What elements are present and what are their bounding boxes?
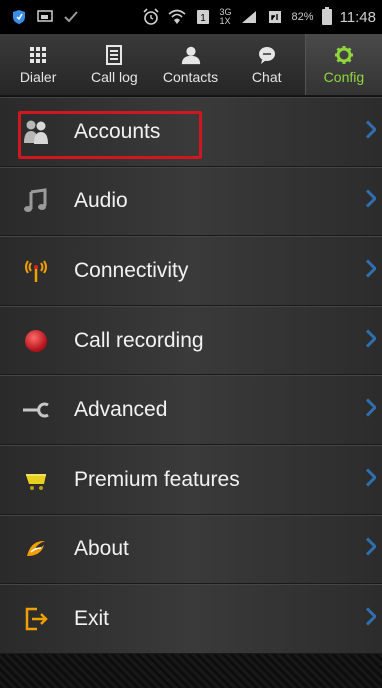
config-menu-list: Accounts Audio Connectivity Call recordi… [0, 97, 382, 654]
chevron-right-icon [365, 468, 378, 491]
signal-icon [240, 8, 258, 26]
menu-item-call-recording[interactable]: Call recording [0, 305, 382, 376]
chevron-right-icon [365, 537, 378, 561]
tab-chat[interactable]: Chat [229, 34, 305, 95]
menu-item-audio[interactable]: Audio [0, 166, 382, 237]
tab-dialer-label: Dialer [19, 68, 57, 85]
status-bar-left [10, 8, 80, 26]
call-log-icon [103, 44, 125, 65]
tab-contacts-label: Contacts [162, 68, 219, 85]
menu-item-label: Call recording [74, 328, 204, 352]
antenna-icon [22, 257, 50, 285]
network-type2-label: 1X [219, 16, 231, 26]
chevron-right-icon [365, 398, 378, 422]
contacts-icon [180, 45, 202, 65]
chevron-right-icon [365, 607, 378, 630]
battery-percent: 82% [291, 11, 314, 23]
chevron-right-icon [365, 189, 378, 213]
accounts-icon [22, 118, 50, 146]
tab-config[interactable]: Config [304, 34, 382, 95]
menu-item-exit[interactable]: Exit [0, 584, 382, 654]
menu-item-label: Advanced [74, 398, 168, 422]
tab-chat-label: Chat [251, 68, 282, 85]
menu-item-advanced[interactable]: Advanced [0, 375, 382, 445]
status-bar-right: 1 3G 1X 82% 11:48 [142, 7, 376, 26]
menu-item-label: Exit [74, 606, 110, 630]
menu-item-label: Audio [74, 189, 128, 213]
top-tab-bar: Dialer Call log Contacts Chat Config [0, 34, 382, 96]
tab-config-label: Config [323, 68, 365, 85]
status-bar: 1 3G 1X 82% 11:48 [0, 0, 382, 34]
dialpad-icon [27, 45, 49, 65]
sim-icon: 1 [194, 8, 212, 26]
tab-dialer[interactable]: Dialer [0, 34, 76, 95]
wrench-icon [22, 396, 50, 424]
bottom-background [0, 654, 382, 688]
tab-contacts[interactable]: Contacts [152, 34, 228, 95]
about-swirl-icon [22, 535, 50, 563]
menu-item-about[interactable]: About [0, 514, 382, 585]
menu-item-premium-features[interactable]: Premium features [0, 444, 382, 515]
sim2-icon [266, 8, 284, 26]
cart-icon [22, 466, 50, 494]
menu-item-label: Accounts [74, 119, 161, 143]
tab-call-log[interactable]: Call log [76, 34, 152, 95]
exit-icon [22, 605, 50, 633]
record-dot-icon [22, 327, 50, 355]
check-icon [62, 8, 80, 26]
menu-item-accounts[interactable]: Accounts [0, 97, 382, 167]
alarm-icon [142, 8, 160, 26]
clock: 11:48 [339, 8, 376, 26]
wifi-icon [167, 8, 186, 26]
menu-item-label: Premium features [74, 467, 240, 491]
chevron-right-icon [365, 329, 378, 352]
menu-item-label: About [74, 537, 129, 561]
chevron-right-icon [365, 120, 378, 143]
battery-icon [321, 7, 332, 25]
menu-item-connectivity[interactable]: Connectivity [0, 236, 382, 306]
chat-icon [256, 45, 278, 65]
chevron-right-icon [365, 259, 378, 282]
gear-icon [333, 45, 355, 65]
music-note-icon [22, 187, 50, 215]
menu-item-label: Connectivity [74, 258, 189, 282]
tab-call-log-label: Call log [90, 68, 138, 85]
screen-icon [36, 8, 54, 26]
network-type-indicator: 3G 1X [220, 8, 232, 26]
svg-text:1: 1 [200, 13, 206, 24]
shield-icon [10, 8, 28, 26]
